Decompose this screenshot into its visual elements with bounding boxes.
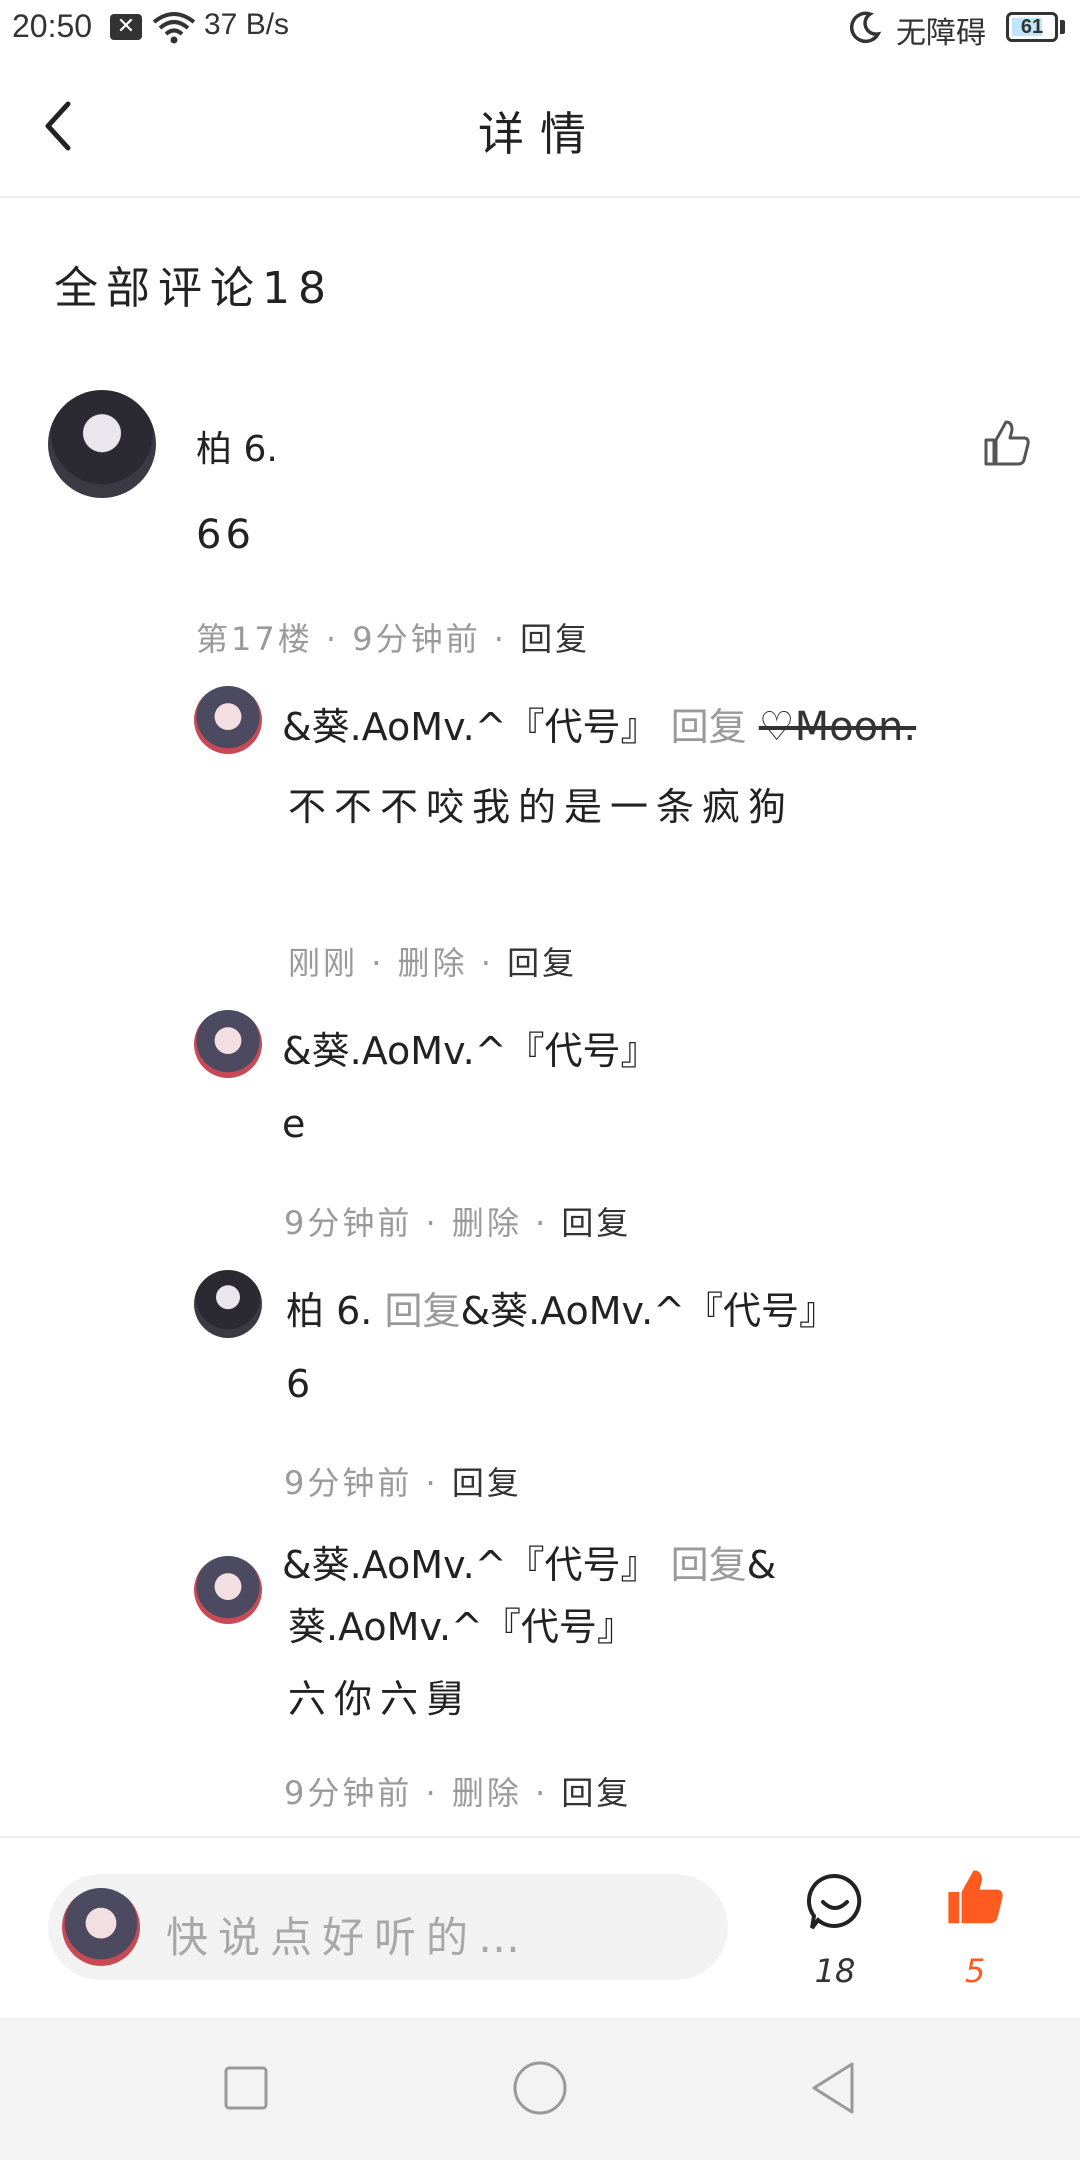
- back-triangle-icon[interactable]: [804, 2058, 864, 2118]
- reply-meta: 刚刚 · 删除 · 回复: [288, 944, 578, 982]
- reply-author[interactable]: 柏 6.: [286, 1289, 372, 1333]
- reply-target[interactable]: ♡Moon.: [759, 704, 916, 750]
- reply-content: 不不不咬我的是一条疯狗: [288, 785, 795, 829]
- recents-square-icon[interactable]: [216, 2058, 276, 2118]
- comment-author[interactable]: 柏 6.: [196, 420, 278, 472]
- reply-author[interactable]: &葵.AoMv.^『代号』: [282, 1543, 659, 1587]
- battery-tip: [1060, 20, 1065, 34]
- system-nav-bar: [0, 2018, 1080, 2160]
- avatar[interactable]: [194, 1556, 262, 1624]
- status-time: 20:50: [12, 8, 93, 44]
- net-speed: 37 B/s: [204, 8, 290, 41]
- page-title: 详情: [478, 107, 602, 161]
- comment-bubble-icon: [806, 1873, 862, 1930]
- home-circle-icon[interactable]: [510, 2058, 570, 2118]
- notification-x-icon: ✕: [110, 14, 142, 40]
- status-bar: 20:50 ✕ 37 B/s 无障碍 61: [0, 0, 1080, 56]
- reply-author-line: &葵.AoMv.^『代号』 回复&: [282, 1543, 777, 1587]
- thumbs-up-icon[interactable]: [982, 418, 1032, 468]
- reply-meta: 9分钟前 · 删除 · 回复: [284, 1774, 632, 1812]
- reply-meta: 9分钟前 · 删除 · 回复: [284, 1204, 632, 1242]
- reply-target-continued[interactable]: 葵.AoMv.^『代号』: [288, 1596, 635, 1651]
- reply-content: e: [282, 1102, 314, 1146]
- reply-author[interactable]: &葵.AoMv.^『代号』: [282, 1029, 659, 1073]
- reply-content: 六你六舅: [288, 1677, 473, 1721]
- delete-button[interactable]: 删除: [452, 1204, 522, 1242]
- reply-target[interactable]: &: [747, 1543, 777, 1587]
- avatar[interactable]: [194, 686, 262, 754]
- delete-button[interactable]: 删除: [452, 1774, 522, 1812]
- input-placeholder: 快说点好听的…: [166, 1913, 531, 1962]
- like-count: 5: [964, 1952, 986, 1990]
- reply-content: 6: [286, 1362, 319, 1406]
- reply-button[interactable]: 回复: [520, 620, 590, 658]
- comment-content: 66: [196, 512, 255, 558]
- time-label: 9分钟前: [352, 620, 481, 658]
- comment-button[interactable]: 18: [800, 1868, 870, 1990]
- floor-label: 第17楼: [196, 620, 313, 658]
- thumbs-up-filled-icon: [948, 1870, 1003, 1924]
- avatar: [62, 1888, 140, 1966]
- reply-button[interactable]: 回复: [561, 1774, 631, 1812]
- avatar[interactable]: [194, 1270, 262, 1338]
- reply-author[interactable]: &葵.AoMv.^『代号』: [282, 705, 659, 749]
- reply-author-line: 柏 6. 回复&葵.AoMv.^『代号』: [286, 1289, 837, 1333]
- reply-author-line: &葵.AoMv.^『代号』: [282, 1020, 659, 1075]
- bottom-bar: 快说点好听的… 18 5: [0, 1836, 1080, 2020]
- avatar[interactable]: [194, 1010, 262, 1078]
- reply-target[interactable]: &葵.AoMv.^『代号』: [460, 1289, 837, 1333]
- reply-button[interactable]: 回复: [507, 944, 577, 982]
- reply-button[interactable]: 回复: [452, 1464, 522, 1502]
- battery-icon: 61: [1006, 12, 1058, 42]
- reply-author-line: &葵.AoMv.^『代号』 回复 ♡Moon.: [282, 704, 917, 750]
- comment-count: 18: [814, 1952, 856, 1990]
- comment-meta: 第17楼 · 9分钟前 · 回复: [196, 620, 591, 658]
- accessibility-label: 无障碍: [896, 16, 986, 51]
- moon-icon: [849, 11, 882, 44]
- reply-button[interactable]: 回复: [561, 1204, 631, 1242]
- comment-input[interactable]: 快说点好听的…: [48, 1874, 728, 1980]
- like-button[interactable]: 5: [940, 1864, 1010, 1990]
- header: 详情: [0, 56, 1080, 198]
- avatar[interactable]: [48, 390, 156, 498]
- delete-button[interactable]: 删除: [398, 944, 468, 982]
- comments-title: 全部评论18: [54, 263, 334, 314]
- wifi-icon: [152, 12, 196, 44]
- reply-meta: 9分钟前 · 回复: [284, 1464, 522, 1502]
